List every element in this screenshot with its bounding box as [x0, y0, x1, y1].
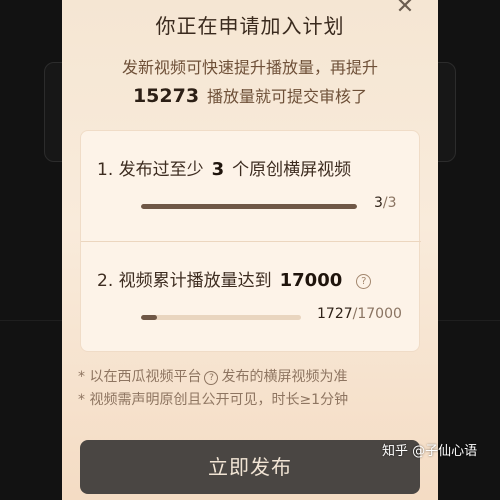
task-label-prefix: 2. 视频累计播放量达到 [97, 271, 272, 291]
task-total-plays: 2. 视频累计播放量达到 17000? 1727/17000 [81, 242, 421, 352]
task-original-videos: 1. 发布过至少 3 个原创横屏视频 3/3 [81, 131, 421, 241]
note-1-prefix: * 以在西瓜视频平台 [78, 369, 202, 385]
modal-title: 你正在申请加入计划 [155, 14, 345, 38]
note-1-suffix: 发布的横屏视频为准 [221, 369, 348, 385]
task-label-suffix: 个原创横屏视频 [232, 160, 352, 180]
progress-current: 3 [374, 195, 383, 211]
remaining-plays-number: 15273 [132, 85, 200, 107]
progress-total: /17000 [352, 306, 402, 322]
task-target-value: 3 [211, 159, 225, 180]
help-icon[interactable]: ? [356, 274, 372, 289]
subtitle-line-2-text: 播放量就可提交审核了 [207, 87, 368, 106]
note-line-1: * 以在西瓜视频平台? 发布的横屏视频为准 [78, 366, 428, 389]
task-target-value: 17000 [279, 270, 343, 291]
progress-total: /3 [382, 195, 397, 211]
task-label-prefix: 1. 发布过至少 [97, 160, 204, 180]
join-plan-modal: ✕ 你正在申请加入计划 发新视频可快速提升播放量，再提升 15273 播放量就可提… [62, 0, 438, 500]
task-label: 2. 视频累计播放量达到 17000? [97, 266, 372, 291]
subtitle-line-2: 15273 播放量就可提交审核了 [62, 82, 438, 111]
progress-count: 3/3 [374, 195, 397, 211]
subtitle-line-1: 发新视频可快速提升播放量，再提升 [121, 58, 378, 77]
progress-current: 1727 [317, 306, 353, 322]
progress-bar-fill [141, 204, 357, 209]
progress-bar-track [141, 315, 301, 320]
progress-bar-track [141, 204, 357, 209]
progress-count: 1727/17000 [317, 306, 402, 322]
watermark: 知乎 @子仙心语 [382, 444, 478, 459]
help-icon[interactable]: ? [204, 371, 219, 385]
notes: * 以在西瓜视频平台? 发布的横屏视频为准 * 视频需声明原创且公开可见，时长≥1… [78, 366, 428, 412]
progress-bar-fill [141, 315, 158, 320]
task-label: 1. 发布过至少 3 个原创横屏视频 [97, 155, 351, 180]
modal-subtitle: 发新视频可快速提升播放量，再提升 15273 播放量就可提交审核了 [62, 54, 438, 111]
note-line-2: * 视频需声明原创且公开可见，时长≥1分钟 [78, 392, 349, 408]
publish-now-button[interactable]: 立即发布 [80, 440, 420, 494]
requirements-panel: 1. 发布过至少 3 个原创横屏视频 3/3 2. 视频累计播放量达到 17000? … [80, 130, 421, 352]
